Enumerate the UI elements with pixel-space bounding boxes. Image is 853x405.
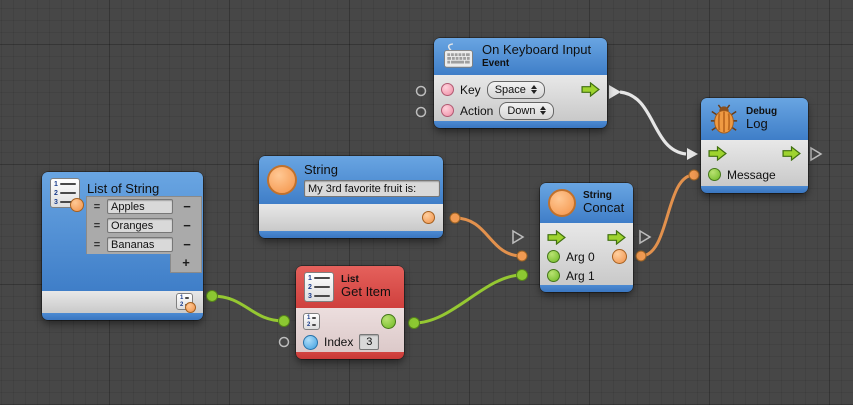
node-title: List of String xyxy=(87,181,159,196)
unconnected-port-key[interactable] xyxy=(417,87,426,96)
string-value-input[interactable] xyxy=(304,180,440,197)
keyboard-icon xyxy=(442,43,475,71)
drag-handle[interactable]: = xyxy=(90,201,104,213)
action-dropdown[interactable]: Down xyxy=(499,102,554,120)
node-title: Get Item xyxy=(341,285,391,300)
flow-input-port[interactable] xyxy=(547,230,566,245)
node-get-item[interactable]: 1 2 3 List Get Item 1 2 Index xyxy=(296,266,404,359)
remove-item-button[interactable]: − xyxy=(176,199,198,215)
list-item-row: = − xyxy=(87,197,201,216)
action-label: Action xyxy=(460,104,493,118)
key-label: Key xyxy=(460,83,481,97)
graph-canvas[interactable]: On Keyboard Input Event Key Space Action xyxy=(0,0,853,405)
drag-handle[interactable]: = xyxy=(90,239,104,251)
dropdown-arrows-icon xyxy=(531,85,537,94)
wire-list-to-getitem[interactable] xyxy=(207,291,290,327)
index-input[interactable] xyxy=(359,334,379,350)
node-title: Concat xyxy=(583,201,624,216)
arg0-port[interactable] xyxy=(547,250,560,263)
key-port[interactable] xyxy=(441,83,454,96)
node-subtitle: Event xyxy=(482,58,591,70)
string-output-port[interactable] xyxy=(422,211,435,224)
dropdown-arrows-icon xyxy=(540,106,546,115)
node-debug-log[interactable]: Debug Log Message xyxy=(701,98,808,193)
wire-string-to-concat-arg0[interactable] xyxy=(450,213,527,261)
remove-item-button[interactable]: − xyxy=(176,237,198,253)
bug-icon xyxy=(709,103,739,135)
node-title: String xyxy=(304,163,440,178)
unconnected-port-index[interactable] xyxy=(280,338,289,347)
node-footer xyxy=(42,313,203,320)
string-type-badge xyxy=(70,198,84,212)
flow-input-port[interactable] xyxy=(708,146,727,161)
arg1-port[interactable] xyxy=(547,269,560,282)
drag-handle[interactable]: = xyxy=(90,220,104,232)
node-footer xyxy=(540,285,633,292)
result-output-port[interactable] xyxy=(612,249,627,264)
message-port[interactable] xyxy=(708,168,721,181)
wire-keyboard-to-log[interactable] xyxy=(609,85,698,160)
node-concat[interactable]: String Concat Arg 0 Arg 1 xyxy=(540,183,633,292)
wire-concat-to-message[interactable] xyxy=(636,170,699,261)
ghost-flow-out-concat[interactable] xyxy=(640,231,650,243)
action-dropdown-value: Down xyxy=(507,105,535,117)
list-editor: = − = − = − xyxy=(86,196,202,273)
list-icon: 1 2 3 xyxy=(304,272,334,302)
node-string-literal[interactable]: String xyxy=(259,156,443,238)
index-port[interactable] xyxy=(303,335,318,350)
list-item-input[interactable] xyxy=(107,218,173,233)
ghost-flow-in-concat[interactable] xyxy=(513,231,523,243)
add-item-button[interactable]: + xyxy=(170,254,202,273)
ghost-flow-out-log[interactable] xyxy=(811,148,821,160)
string-type-icon xyxy=(267,165,297,195)
node-title: Log xyxy=(746,117,777,132)
list-item-input[interactable] xyxy=(107,237,173,252)
list-icon: 1 2 3 xyxy=(50,178,80,208)
message-label: Message xyxy=(727,168,776,182)
action-port[interactable] xyxy=(441,104,454,117)
node-footer xyxy=(296,352,404,359)
node-footer xyxy=(434,121,607,128)
wire-getitem-to-concat-arg1[interactable] xyxy=(409,270,528,329)
flow-output-port[interactable] xyxy=(607,230,626,245)
remove-item-button[interactable]: − xyxy=(176,218,198,234)
list-item-row: = − xyxy=(87,235,201,254)
node-list-of-string[interactable]: 1 2 3 List of String = − = − xyxy=(42,172,203,320)
flow-output-port[interactable] xyxy=(581,82,600,97)
string-type-badge xyxy=(185,302,196,313)
item-output-port[interactable] xyxy=(381,314,396,329)
node-footer xyxy=(701,186,808,193)
node-footer xyxy=(259,231,443,238)
list-input-port[interactable]: 1 2 xyxy=(303,313,320,330)
list-output-port[interactable]: 1 2 xyxy=(176,293,193,310)
key-dropdown-value: Space xyxy=(495,84,526,96)
unconnected-port-action[interactable] xyxy=(417,108,426,117)
list-item-row: = − xyxy=(87,216,201,235)
node-title: On Keyboard Input xyxy=(482,43,591,58)
arg1-label: Arg 1 xyxy=(566,269,595,283)
key-dropdown[interactable]: Space xyxy=(487,81,545,99)
node-on-keyboard-input[interactable]: On Keyboard Input Event Key Space Action xyxy=(434,38,607,128)
list-item-input[interactable] xyxy=(107,199,173,214)
flow-output-port[interactable] xyxy=(782,146,801,161)
index-label: Index xyxy=(324,335,353,349)
string-type-icon xyxy=(548,189,576,217)
arg0-label: Arg 0 xyxy=(566,250,595,264)
